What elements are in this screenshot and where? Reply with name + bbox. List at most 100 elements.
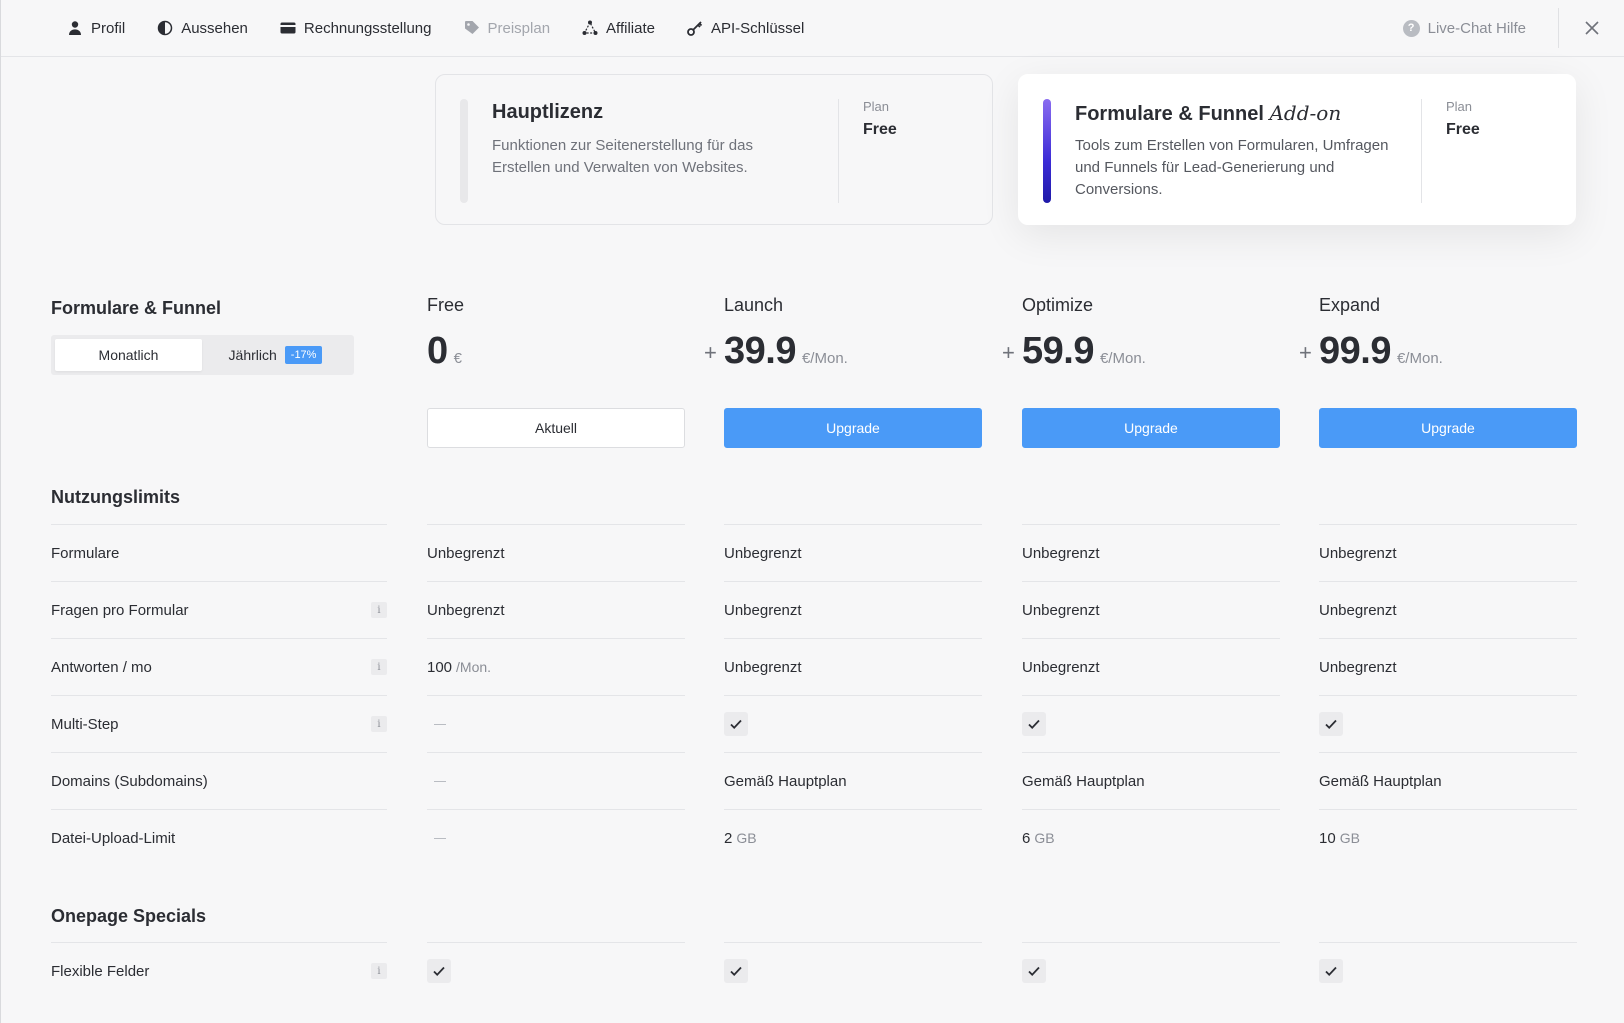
feature-value: 6 GB — [1022, 809, 1280, 866]
info-icon[interactable]: i — [371, 716, 387, 732]
plan-column-free: Free 0 € Aktuell — [427, 295, 685, 448]
dash-icon — [434, 780, 446, 782]
feature-value: Unbegrenzt — [427, 581, 685, 638]
network-icon — [582, 20, 598, 35]
nav-item-api-schluessel[interactable]: API-Schlüssel — [687, 20, 804, 37]
section-title: Onepage Specials — [51, 906, 207, 926]
price-amount: 0 — [427, 330, 448, 372]
feature-value-text: Unbegrenzt — [1319, 544, 1397, 562]
check-badge — [1022, 959, 1046, 983]
half-moon-icon — [157, 20, 173, 36]
feature-value-text: Unbegrenzt — [1022, 601, 1100, 619]
license-accent-bar — [1043, 99, 1051, 203]
license-title-main: Formulare & Funnel — [1075, 103, 1264, 125]
nav-item-affiliate[interactable]: Affiliate — [582, 20, 655, 37]
nav-item-profil[interactable]: Profil — [67, 20, 125, 37]
feature-value-text: Unbegrenzt — [1022, 658, 1100, 676]
price-row: +39.9 €/Mon. — [704, 330, 982, 374]
feature-value: Unbegrenzt — [1022, 581, 1280, 638]
info-icon[interactable]: i — [371, 602, 387, 618]
feature-value: Unbegrenzt — [1319, 524, 1577, 581]
user-icon — [69, 21, 81, 35]
price-unit: €/Mon. — [801, 350, 848, 367]
feature-value: Gemäß Hauptplan — [1319, 752, 1577, 809]
upgrade-button[interactable]: Upgrade — [724, 408, 982, 448]
dash-icon — [434, 837, 446, 839]
table-row: Domains (Subdomains) Gemäß Hauptplan Gemäß… — [1, 752, 1624, 809]
info-icon[interactable]: i — [371, 963, 387, 979]
nav-item-aussehen[interactable]: Aussehen — [157, 20, 248, 37]
live-chat-help-link[interactable]: ? Live-Chat Hilfe — [1402, 19, 1526, 37]
feature-label-text: Flexible Felder — [51, 962, 150, 980]
plan-column-optimize: Optimize +59.9 €/Mon. Upgrade — [1002, 295, 1280, 448]
feature-value: Gemäß Hauptplan — [724, 752, 982, 809]
feature-label: Fragen pro Formular i — [51, 581, 387, 638]
feature-value — [1022, 942, 1280, 999]
license-title: Formulare & Funnel Add-on — [1075, 101, 1341, 126]
nav-item-label: Preisplan — [487, 19, 551, 37]
feature-value — [1022, 695, 1280, 752]
upgrade-button[interactable]: Upgrade — [1022, 408, 1280, 448]
feature-value: Unbegrenzt — [724, 638, 982, 695]
current-plan-button[interactable]: Aktuell — [427, 408, 685, 448]
close-button[interactable] — [1559, 0, 1624, 56]
feature-value-text: 6 — [1022, 829, 1031, 847]
nav-item-rechnungsstellung[interactable]: Rechnungsstellung — [280, 20, 432, 37]
feature-value-text: Unbegrenzt — [724, 601, 802, 619]
feature-value — [1319, 695, 1577, 752]
toggle-monthly[interactable]: Monatlich — [55, 339, 202, 371]
price-row: 0 € — [427, 330, 685, 374]
table-row: Datei-Upload-Limit 2 GB 6 GB 10 GB — [1, 809, 1624, 866]
billing-period-toggle: Monatlich Jährlich -17% — [51, 335, 354, 375]
main-license-card[interactable]: Hauptlizenz Funktionen zur Seitenerstell… — [435, 74, 993, 225]
plan-name: Free — [427, 295, 465, 315]
price-unit: €/Mon. — [1396, 350, 1443, 367]
license-title: Hauptlizenz — [492, 101, 604, 123]
pricing-title: Formulare & Funnel — [51, 298, 222, 318]
settings-nav: Profil Aussehen Rechnungsstellung Preisp… — [1, 0, 1624, 57]
plan-name: Optimize — [1022, 295, 1094, 315]
feature-value: Unbegrenzt — [1319, 581, 1577, 638]
check-icon — [730, 719, 742, 729]
upgrade-button[interactable]: Upgrade — [1319, 408, 1577, 448]
discount-badge: -17% — [284, 346, 323, 364]
plan-name: Expand — [1319, 295, 1381, 315]
check-badge — [1319, 959, 1343, 983]
nav-item-preisplan[interactable]: Preisplan — [464, 19, 551, 37]
info-icon[interactable]: i — [371, 659, 387, 675]
nav-item-label: Profil — [91, 19, 126, 37]
feature-value-text: Gemäß Hauptplan — [1022, 772, 1145, 790]
credit-card-icon — [280, 22, 296, 34]
feature-value-text: Unbegrenzt — [724, 544, 802, 562]
feature-value — [1319, 942, 1577, 999]
plan-label: Plan — [1446, 99, 1473, 114]
feature-label: Flexible Felder i — [51, 942, 387, 999]
nav-item-label: Affiliate — [606, 19, 655, 37]
plan-column-launch: Launch +39.9 €/Mon. Upgrade — [704, 295, 982, 448]
feature-value: 100/Mon. — [427, 638, 685, 695]
feature-value: Gemäß Hauptplan — [1022, 752, 1280, 809]
feature-value-unit: /Mon. — [456, 659, 492, 675]
card-divider — [1421, 99, 1422, 203]
plan-name: Launch — [724, 295, 784, 315]
feature-value-text: 100 — [427, 658, 453, 676]
check-icon — [1325, 966, 1337, 976]
table-row: Flexible Felder i — [1, 942, 1624, 999]
dash-icon — [434, 723, 446, 725]
tag-icon — [464, 21, 479, 34]
feature-value-text: Gemäß Hauptplan — [724, 772, 847, 790]
nav-item-label: Rechnungsstellung — [303, 19, 432, 37]
toggle-yearly[interactable]: Jährlich -17% — [202, 339, 349, 371]
plan-value: Free — [1446, 121, 1480, 138]
check-badge — [1319, 712, 1343, 736]
license-accent-bar — [460, 99, 468, 203]
plan-column-expand: Expand +99.9 €/Mon. Upgrade — [1299, 295, 1577, 448]
feature-value — [724, 942, 982, 999]
feature-label-text: Multi-Step — [51, 715, 119, 733]
feature-value: 10 GB — [1319, 809, 1577, 866]
feature-label-text: Datei-Upload-Limit — [51, 829, 176, 847]
license-description: Tools zum Erstellen von Formularen, Umfr… — [1075, 137, 1389, 198]
check-icon — [730, 966, 742, 976]
check-icon — [1325, 719, 1337, 729]
addon-license-card[interactable]: Formulare & Funnel Add-on Tools zum Erst… — [1018, 74, 1576, 225]
